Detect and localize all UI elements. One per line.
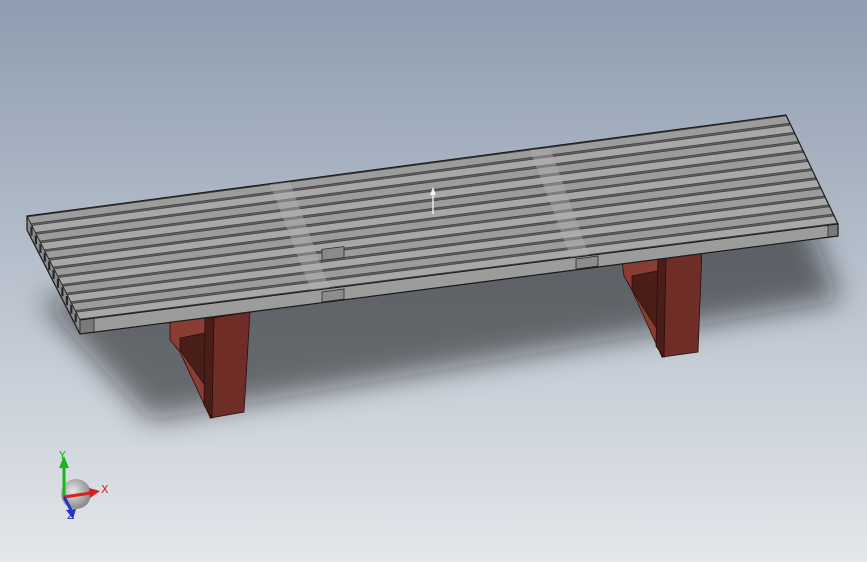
triad-x-label: X bbox=[101, 483, 109, 496]
leg-right-side-face bbox=[655, 255, 667, 359]
slat-gap bbox=[61, 287, 64, 297]
model-scene[interactable]: Y X Z bbox=[0, 0, 867, 562]
triad-z-label: Z bbox=[67, 509, 75, 522]
front-corner-block-right bbox=[827, 223, 839, 238]
slat-gap bbox=[56, 278, 60, 288]
slat-gap bbox=[30, 226, 33, 236]
leg-left-side-face bbox=[203, 317, 215, 420]
triad-y-label: Y bbox=[58, 449, 66, 462]
slat-gap bbox=[48, 261, 51, 271]
slat-gap bbox=[39, 244, 42, 253]
slat-gap bbox=[34, 235, 37, 245]
slat-gap bbox=[70, 304, 73, 314]
front-corner-block-left bbox=[79, 317, 95, 335]
leg-right-front-face bbox=[661, 249, 703, 358]
slat-gap bbox=[43, 252, 46, 262]
slat-gap bbox=[52, 270, 55, 279]
leg-left-front-face bbox=[209, 311, 251, 419]
slat-gap bbox=[74, 313, 77, 323]
front-batten-block-left bbox=[321, 246, 345, 261]
slat-gap bbox=[65, 296, 68, 305]
graphics-viewport[interactable]: Y X Z bbox=[0, 0, 867, 562]
